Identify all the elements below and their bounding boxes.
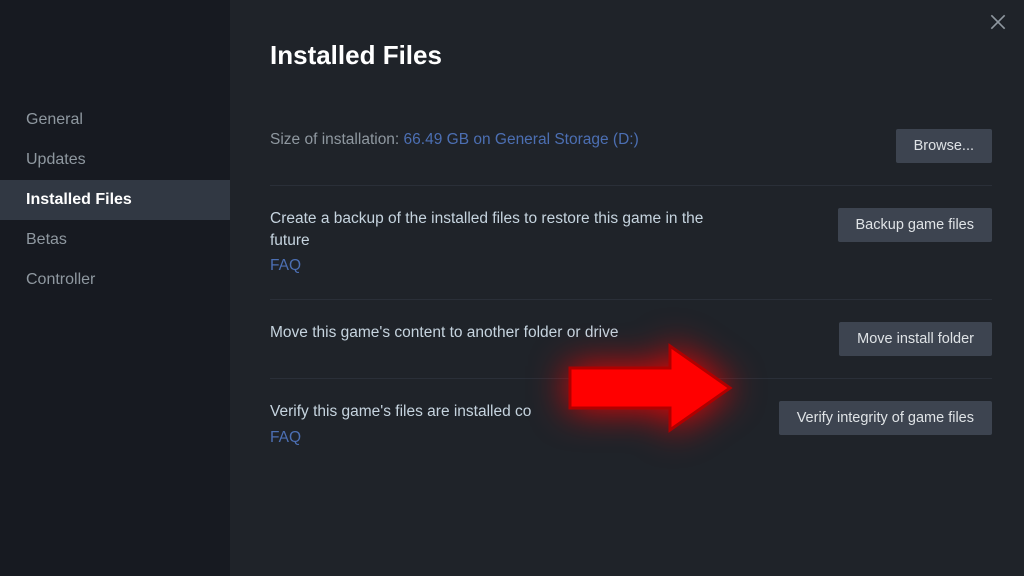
size-text: Size of installation: 66.49 GB on Genera… <box>270 129 639 151</box>
properties-window: General Updates Installed Files Betas Co… <box>0 0 1024 576</box>
verify-faq-link[interactable]: FAQ <box>270 427 301 449</box>
verify-section: Verify this game's files are installed c… <box>270 378 992 462</box>
sidebar-item-general[interactable]: General <box>0 100 230 140</box>
size-section: Size of installation: 66.49 GB on Genera… <box>270 115 992 177</box>
size-label: Size of installation: <box>270 131 404 148</box>
sidebar: General Updates Installed Files Betas Co… <box>0 0 230 576</box>
close-icon[interactable] <box>988 12 1008 32</box>
backup-text: Create a backup of the installed files t… <box>270 208 730 277</box>
move-description: Move this game's content to another fold… <box>270 322 618 344</box>
content-panel: Installed Files Size of installation: 66… <box>230 0 1024 576</box>
sidebar-item-label: Controller <box>26 271 95 288</box>
sidebar-item-updates[interactable]: Updates <box>0 140 230 180</box>
sidebar-item-controller[interactable]: Controller <box>0 260 230 300</box>
sidebar-item-label: Installed Files <box>26 191 132 208</box>
sidebar-item-label: Betas <box>26 231 67 248</box>
backup-button[interactable]: Backup game files <box>838 208 992 242</box>
sidebar-item-installed-files[interactable]: Installed Files <box>0 180 230 220</box>
verify-description: Verify this game's files are installed c… <box>270 403 531 420</box>
backup-faq-link[interactable]: FAQ <box>270 255 301 277</box>
sidebar-item-label: General <box>26 111 83 128</box>
move-section: Move this game's content to another fold… <box>270 299 992 370</box>
verify-text: Verify this game's files are installed c… <box>270 401 531 448</box>
backup-section: Create a backup of the installed files t… <box>270 185 992 291</box>
verify-integrity-button[interactable]: Verify integrity of game files <box>779 401 992 435</box>
backup-description: Create a backup of the installed files t… <box>270 210 703 249</box>
browse-button[interactable]: Browse... <box>896 129 992 163</box>
move-folder-button[interactable]: Move install folder <box>839 322 992 356</box>
page-title: Installed Files <box>270 40 992 71</box>
sidebar-item-label: Updates <box>26 151 86 168</box>
size-value-link[interactable]: 66.49 GB on General Storage (D:) <box>404 131 639 148</box>
sidebar-item-betas[interactable]: Betas <box>0 220 230 260</box>
